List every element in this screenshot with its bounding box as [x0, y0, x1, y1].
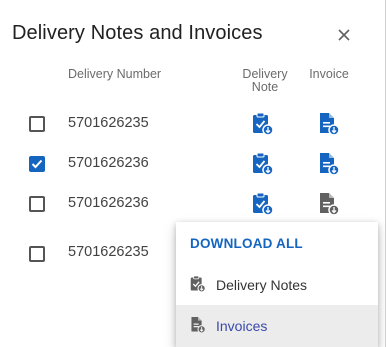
dialog-title: Delivery Notes and Invoices — [12, 22, 263, 44]
header-invoice: Invoice — [309, 67, 349, 81]
row-checkbox[interactable] — [29, 246, 45, 262]
menu-item-delivery-notes[interactable]: Delivery Notes — [176, 264, 378, 306]
header-delivery-note: Delivery Note — [236, 68, 294, 94]
document-download-icon[interactable] — [318, 152, 340, 176]
header-delivery-note-line2: Note — [251, 80, 279, 94]
clipboard-download-icon[interactable] — [252, 152, 274, 176]
menu-item-invoices[interactable]: Invoices — [176, 305, 378, 347]
close-icon[interactable] — [333, 24, 355, 46]
delivery-number: 5701626235 — [68, 244, 149, 260]
table-row: 5701626235 — [0, 104, 386, 144]
menu-item-label: Delivery Notes — [216, 277, 308, 293]
document-download-icon — [190, 316, 206, 334]
row-checkbox-checked[interactable] — [29, 156, 45, 172]
header-delivery-number: Delivery Number — [68, 67, 162, 81]
download-all-heading: DOWNLOAD ALL — [190, 236, 303, 251]
delivery-number: 5701626235 — [68, 115, 149, 131]
menu-item-label: Invoices — [216, 318, 268, 334]
clipboard-download-icon[interactable] — [252, 112, 274, 136]
row-checkbox[interactable] — [29, 196, 45, 212]
document-download-icon[interactable] — [318, 112, 340, 136]
clipboard-download-icon[interactable] — [252, 192, 274, 216]
delivery-notes-dialog: Delivery Notes and Invoices Delivery Num… — [0, 0, 386, 347]
document-download-icon[interactable] — [318, 192, 340, 216]
row-checkbox[interactable] — [29, 116, 45, 132]
table-row: 5701626236 — [0, 184, 386, 224]
delivery-number: 5701626236 — [68, 155, 149, 171]
table-row: 5701626236 — [0, 144, 386, 184]
download-menu: DOWNLOAD ALL Delivery Notes Invoices — [176, 222, 378, 347]
delivery-number: 5701626236 — [68, 195, 149, 211]
clipboard-download-icon — [190, 275, 206, 293]
